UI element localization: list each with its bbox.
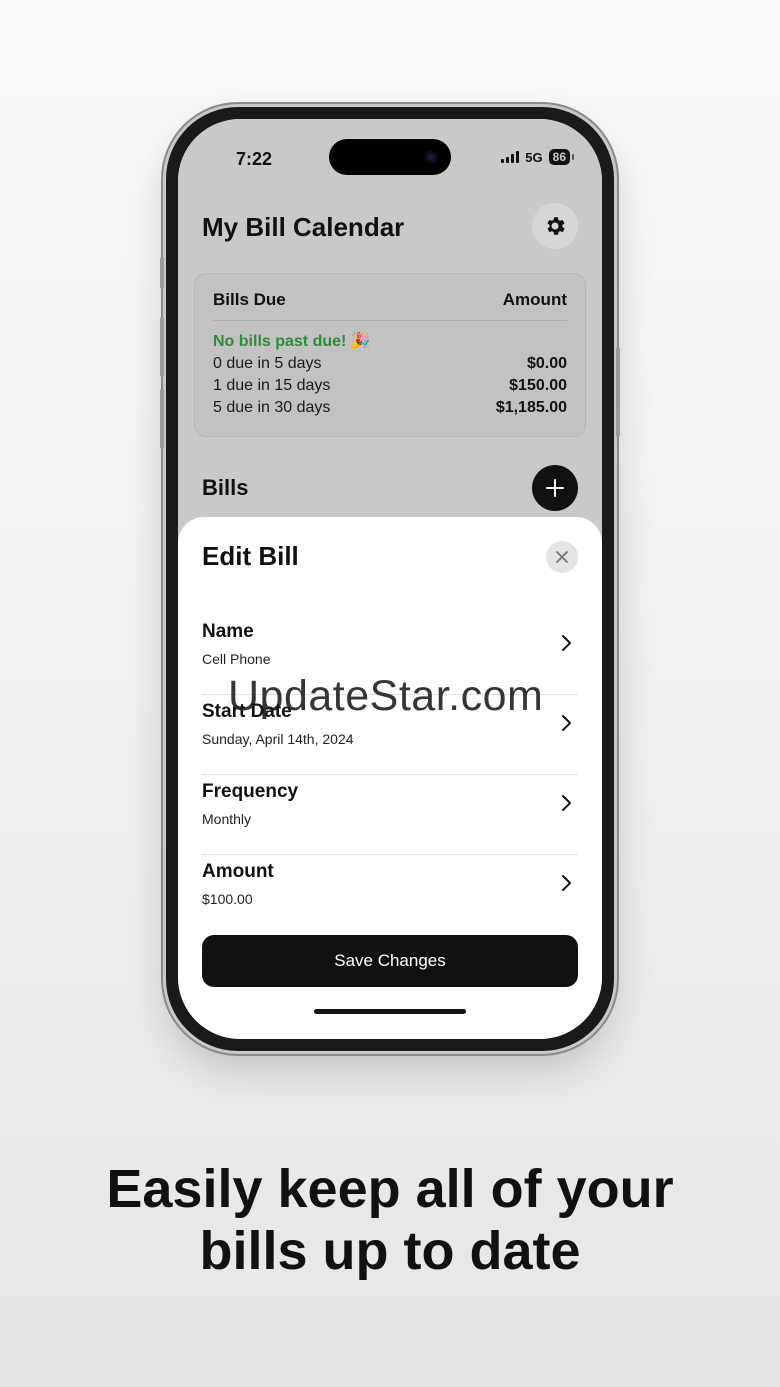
chevron-right-icon <box>562 875 571 891</box>
add-bill-button[interactable] <box>532 465 578 511</box>
home-indicator <box>314 1009 466 1014</box>
close-button[interactable] <box>546 541 578 573</box>
summary-header: Bills Due Amount <box>213 290 567 321</box>
signal-icon <box>501 151 520 163</box>
summary-row-amount: $1,185.00 <box>495 399 567 416</box>
field-label: Name <box>202 621 254 642</box>
field-value: Cell Phone <box>202 651 271 667</box>
status-indicators: 5G 86 <box>501 149 575 165</box>
chevron-right-icon <box>562 715 571 731</box>
action-button <box>160 257 164 289</box>
frequency-field-row[interactable]: Frequency Monthly <box>202 775 578 855</box>
network-label: 5G <box>525 149 543 165</box>
camera-icon <box>425 151 437 163</box>
settings-button[interactable] <box>532 203 578 249</box>
summary-row: 1 due in 15 days $150.00 <box>213 377 567 395</box>
gear-icon <box>547 217 565 235</box>
field-value: Monthly <box>202 811 252 827</box>
field-label: Frequency <box>202 781 299 802</box>
sheet-title: Edit Bill <box>202 541 299 571</box>
volume-up-button <box>160 317 164 377</box>
summary-header-left: Bills Due <box>213 290 286 309</box>
past-due-status: No bills past due! 🎉 <box>213 333 371 350</box>
summary-row-label: 0 due in 5 days <box>213 355 322 372</box>
marketing-tagline: Easily keep all of your bills up to date <box>0 1158 780 1282</box>
watermark: UpdateStar.com <box>228 672 544 720</box>
close-icon <box>556 551 568 563</box>
dynamic-island <box>329 139 451 175</box>
phone-screen: 7:22 5G 86 My Bill Calendar Bills Due Am… <box>178 119 602 1039</box>
tagline-line-2: bills up to date <box>199 1221 581 1281</box>
plus-icon <box>546 479 564 497</box>
tagline-line-1: Easily keep all of your <box>106 1159 674 1219</box>
summary-row-label: 5 due in 30 days <box>213 399 331 416</box>
field-value: Sunday, April 14th, 2024 <box>202 731 354 747</box>
volume-down-button <box>160 389 164 449</box>
bills-section-title: Bills <box>202 475 249 500</box>
chevron-right-icon <box>562 795 571 811</box>
summary-header-right: Amount <box>502 290 567 309</box>
summary-row-amount: $0.00 <box>526 355 567 372</box>
field-value: $100.00 <box>202 891 253 907</box>
phone-frame: 7:22 5G 86 My Bill Calendar Bills Due Am… <box>160 107 620 1051</box>
bills-summary-card: Bills Due Amount No bills past due! 🎉 0 … <box>194 273 586 437</box>
page-title: My Bill Calendar <box>202 212 405 242</box>
status-time: 7:22 <box>236 149 273 169</box>
battery-icon: 86 <box>548 149 575 165</box>
edit-bill-sheet: Edit Bill Name Cell Phone Start Date Sun… <box>178 517 602 1039</box>
chevron-right-icon <box>562 635 571 651</box>
summary-row-amount: $150.00 <box>509 377 567 394</box>
summary-row: 0 due in 5 days $0.00 <box>213 355 567 373</box>
summary-row-label: 1 due in 15 days <box>213 377 331 394</box>
field-label: Amount <box>202 861 274 882</box>
summary-row: 5 due in 30 days $1,185.00 <box>213 399 567 417</box>
amount-field-row[interactable]: Amount $100.00 <box>202 855 578 935</box>
power-button <box>616 347 620 437</box>
save-changes-button[interactable]: Save Changes <box>202 935 578 987</box>
